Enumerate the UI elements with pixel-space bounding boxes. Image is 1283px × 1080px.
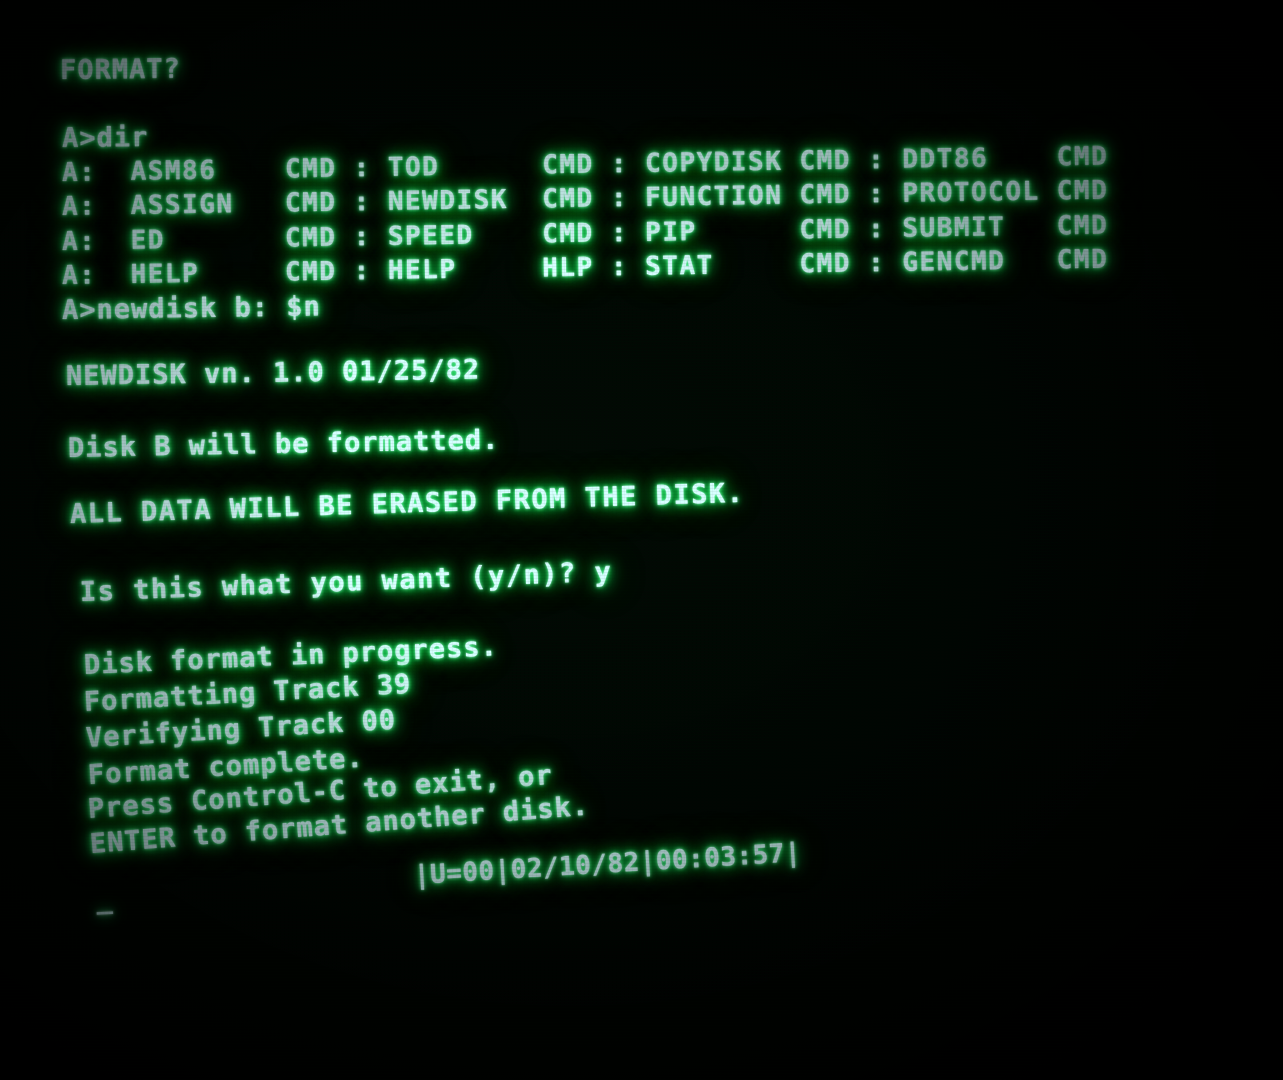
- status-bar: |U=00|02/10/82|00:03:57|: [413, 838, 802, 891]
- dir-command-line: A>dir: [61, 122, 149, 154]
- program-banner: NEWDISK vn. 1.0 01/25/82: [65, 354, 481, 392]
- terminal-output[interactable]: FORMAT? A>dir A: ASM86 CMD : TOD CMD : C…: [0, 0, 1283, 1080]
- erase-warning: ALL DATA WILL BE ERASED FROM THE DISK.: [69, 477, 745, 530]
- newdisk-command-line: A>newdisk b: $n: [61, 291, 322, 326]
- text-cursor: _: [95, 883, 114, 916]
- format-query-line: FORMAT?: [59, 53, 181, 86]
- confirm-prompt[interactable]: Is this what you want (y/n)? y: [79, 557, 612, 608]
- progress-message: Disk format in progress.: [83, 631, 499, 681]
- target-drive-message: Disk B will be formatted.: [67, 424, 500, 464]
- crt-screen: FORMAT? A>dir A: ASM86 CMD : TOD CMD : C…: [0, 0, 1283, 1080]
